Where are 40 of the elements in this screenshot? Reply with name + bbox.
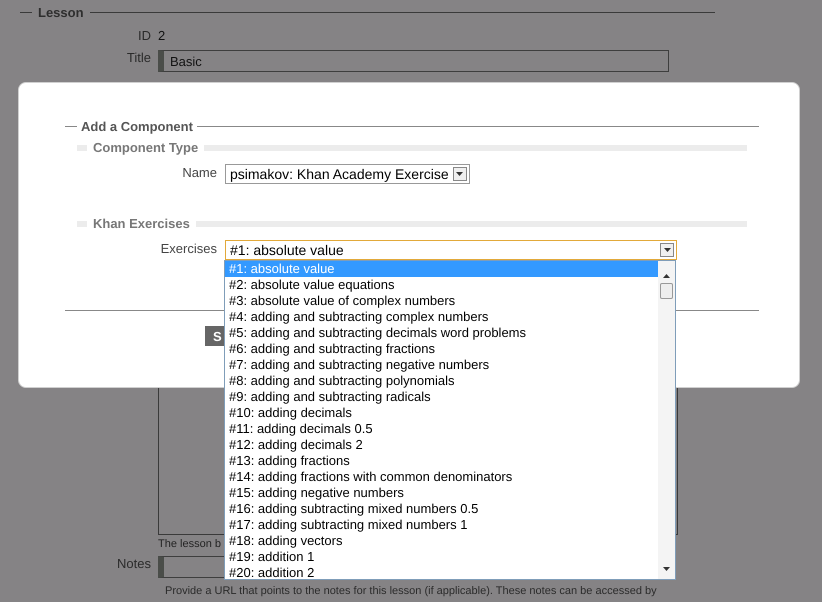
dialog-legend: Add a Component	[81, 119, 193, 134]
dropdown-option[interactable]: #2: absolute value equations	[225, 277, 658, 293]
scroll-up-icon[interactable]	[663, 274, 670, 278]
dropdown-option[interactable]: #16: adding subtracting mixed numbers 0.5	[225, 501, 658, 517]
scroll-down-icon[interactable]	[663, 567, 670, 571]
section-legend: Component Type	[93, 140, 198, 155]
field-hint: The lesson b	[158, 538, 221, 551]
field-hint: Provide a URL that points to the notes for this lesson (if applicable). These notes can be accessed by	[165, 584, 657, 598]
dropdown-option[interactable]: #20: addition 2	[225, 565, 658, 581]
dropdown-option[interactable]: #7: adding and subtracting negative numbers	[225, 357, 658, 373]
dropdown-option[interactable]: #15: adding negative numbers	[225, 485, 658, 501]
section-legend: Lesson	[36, 4, 86, 20]
dropdown-option[interactable]: #12: adding decimals 2	[225, 437, 658, 453]
scroll-thumb[interactable]	[660, 283, 673, 299]
name-dropdown[interactable]: psimakov: Khan Academy Exercise	[225, 164, 470, 184]
dropdown-option[interactable]: #19: addition 1	[225, 549, 658, 565]
dropdown-option[interactable]: #18: adding vectors	[225, 533, 658, 549]
dropdown-option[interactable]: #3: absolute value of complex numbers	[225, 293, 658, 309]
section-legend: Khan Exercises	[93, 216, 190, 231]
field-value: 2	[158, 28, 166, 43]
dropdown-option[interactable]: #4: adding and subtracting complex numbers	[225, 309, 658, 325]
caret-icon[interactable]	[664, 248, 670, 252]
field-label: Notes	[116, 556, 152, 571]
dropdown-option[interactable]: #14: adding fractions with common denominators	[225, 469, 658, 485]
dropdown-option[interactable]: #17: adding subtracting mixed numbers 1	[225, 517, 658, 533]
caret-icon[interactable]	[456, 172, 464, 176]
field-label: Title	[126, 50, 152, 65]
dropdown-option[interactable]: #10: adding decimals	[225, 405, 658, 421]
dropdown-option[interactable]: #5: adding and subtracting decimals word problems	[225, 325, 658, 341]
field-label: Name	[181, 164, 218, 180]
dropdown-option[interactable]: #11: adding decimals 0.5	[225, 421, 658, 437]
field-label: ID	[137, 28, 152, 43]
dropdown-option[interactable]: #13: adding fractions	[225, 453, 658, 469]
exercises-dropdown[interactable]: #1: absolute value	[225, 240, 677, 260]
title-field[interactable]: Basic	[158, 50, 669, 72]
dropdown-option[interactable]: #9: adding and subtracting radicals	[225, 389, 658, 405]
scrollbar[interactable]	[658, 261, 675, 579]
dropdown-option[interactable]: #6: adding and subtracting fractions	[225, 341, 658, 357]
field-label: Exercises	[160, 240, 218, 256]
dropdown-option[interactable]: #8: adding and subtracting polynomials	[225, 373, 658, 389]
